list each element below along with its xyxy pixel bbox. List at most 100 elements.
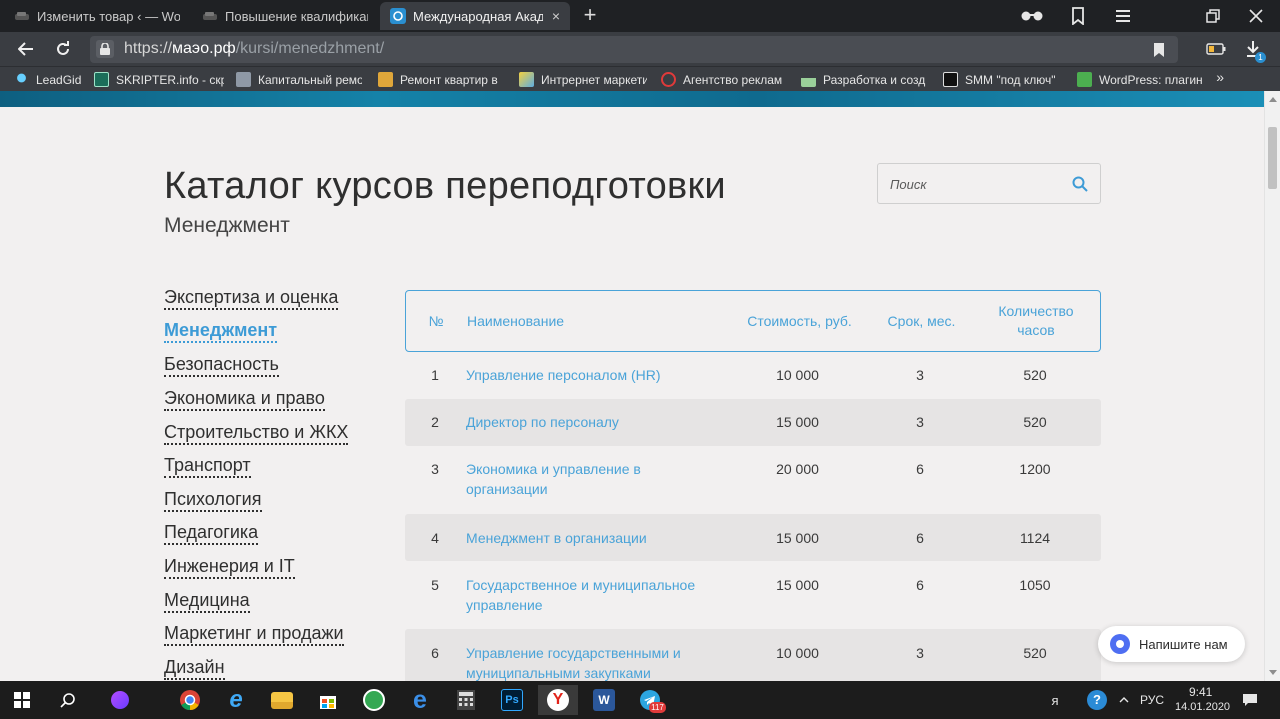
scroll-down-arrow-icon[interactable] xyxy=(1269,670,1277,675)
page-content: Каталог курсов переподготовки Менеджмент… xyxy=(0,91,1264,681)
bookmark-label: Интрернет маркети xyxy=(541,72,647,87)
bookmark-item[interactable]: SMM "под ключ" xyxy=(943,70,1073,89)
bookmark-item[interactable]: Капитальный ремо xyxy=(236,70,362,89)
close-icon[interactable] xyxy=(1242,4,1270,28)
restore-icon[interactable] xyxy=(1199,4,1227,28)
sidebar-item-transport[interactable]: Транспорт xyxy=(164,455,251,478)
sidebar-item-engineering-it[interactable]: Инженерия и IT xyxy=(164,556,295,579)
bookmark-item[interactable]: Интрернет маркети xyxy=(519,70,647,89)
wordpress-favicon-icon xyxy=(1077,72,1092,87)
column-header-price: Стоимость, руб. xyxy=(747,313,852,329)
search-box xyxy=(877,163,1101,204)
bookmark-icon[interactable] xyxy=(1152,42,1166,58)
bookmarks-more-button[interactable]: » xyxy=(1216,69,1224,85)
car-favicon-icon xyxy=(15,12,29,20)
edge-icon[interactable]: e xyxy=(400,685,440,715)
shop-favicon-icon xyxy=(519,72,534,87)
pin-favicon-icon xyxy=(14,72,29,87)
store-icon[interactable] xyxy=(308,685,348,715)
url-text[interactable]: https://маэо.рф/kursi/menedzhment/ xyxy=(124,40,384,58)
lock-icon[interactable] xyxy=(96,40,114,58)
sidebar-item-marketing[interactable]: Маркетинг и продажи xyxy=(164,623,344,646)
course-link[interactable]: Директор по персоналу xyxy=(466,412,716,432)
calculator-icon[interactable] xyxy=(446,685,486,715)
sidebar-item-medicine[interactable]: Медицина xyxy=(164,590,250,613)
hand-favicon-icon xyxy=(378,72,393,87)
tab-label: Повышение квалификаци xyxy=(225,8,368,24)
clock-time[interactable]: 9:41 xyxy=(1189,685,1212,699)
yandex-browser-icon[interactable]: Y xyxy=(538,685,578,715)
bookmark-item[interactable]: Агентство реклам xyxy=(661,70,789,89)
course-link[interactable]: Управление персоналом (HR) xyxy=(466,365,716,385)
course-hours: 1200 xyxy=(1019,461,1051,477)
help-icon[interactable]: ? xyxy=(1082,685,1112,715)
tab-0[interactable]: Изменить товар ‹ — Word xyxy=(4,2,190,30)
bookmark-item[interactable]: Ремонт квартир в xyxy=(378,70,504,89)
chat-bubble-icon xyxy=(1110,634,1130,654)
internet-explorer-icon[interactable]: e xyxy=(216,685,256,715)
input-language[interactable]: РУС xyxy=(1140,693,1164,707)
scrollbar-thumb[interactable] xyxy=(1268,127,1277,189)
address-bar[interactable]: https://маэо.рф/kursi/menedzhment/ xyxy=(90,36,1178,63)
sidebar-item-psychology[interactable]: Психология xyxy=(164,489,262,512)
alice-assistant-icon[interactable] xyxy=(100,685,140,715)
search-input[interactable] xyxy=(890,174,1060,194)
bookmark-item[interactable]: Разработка и созд xyxy=(801,70,929,89)
course-hours: 520 xyxy=(1023,367,1047,383)
bookmark-item[interactable]: LeadGid xyxy=(14,70,92,89)
windows-taskbar: e e Ps Y W 117 ᴙ ? РУС 9:41 14.01.2020 xyxy=(0,681,1280,719)
sidebar-item-design[interactable]: Дизайн xyxy=(164,657,225,680)
page-scrollbar[interactable] xyxy=(1264,91,1280,681)
download-icon[interactable]: 1 xyxy=(1241,37,1266,63)
notifications-icon[interactable] xyxy=(1236,685,1264,715)
new-tab-button[interactable]: + xyxy=(578,3,602,29)
clock-date[interactable]: 14.01.2020 xyxy=(1175,701,1230,713)
sidebar-item-economics-law[interactable]: Экономика и право xyxy=(164,388,325,411)
collections-icon[interactable] xyxy=(1064,4,1092,28)
agency-favicon-icon xyxy=(661,72,676,87)
tray-expand-icon[interactable] xyxy=(1112,685,1136,715)
course-hours: 520 xyxy=(1023,414,1047,430)
course-hours: 1050 xyxy=(1019,577,1051,593)
word-icon[interactable]: W xyxy=(584,685,624,715)
telegram-icon[interactable]: 117 xyxy=(630,685,670,715)
scroll-up-arrow-icon[interactable] xyxy=(1269,97,1277,102)
page-subtitle: Менеджмент xyxy=(164,214,290,237)
glasses-icon[interactable] xyxy=(1018,4,1046,28)
course-link[interactable]: Управление государственными и муниципаль… xyxy=(466,643,706,681)
bookmark-item[interactable]: SKRIPTER.info - скр xyxy=(94,70,224,89)
sidebar-item-construction[interactable]: Строительство и ЖКХ xyxy=(164,422,349,445)
people-icon[interactable]: ᴙ xyxy=(1040,685,1070,715)
battery-icon[interactable] xyxy=(1204,37,1228,61)
bookmark-label: Разработка и созд xyxy=(823,72,926,87)
tab-2[interactable]: Международная Академ × xyxy=(380,2,570,30)
bookmark-item[interactable]: WordPress: плагин xyxy=(1077,70,1205,89)
course-price: 20 000 xyxy=(776,461,819,477)
reload-icon[interactable] xyxy=(51,37,75,61)
course-price: 15 000 xyxy=(776,530,819,546)
course-term: 3 xyxy=(916,645,924,661)
taskbar-search-icon[interactable] xyxy=(48,685,88,715)
page-title: Каталог курсов переподготовки xyxy=(164,165,726,207)
tab-1[interactable]: Повышение квалификаци xyxy=(192,2,378,30)
row-number: 1 xyxy=(431,367,439,383)
skripter-favicon-icon xyxy=(94,72,109,87)
chrome-icon[interactable] xyxy=(170,685,210,715)
academy-favicon-icon xyxy=(390,8,406,24)
search-icon[interactable] xyxy=(1072,176,1088,192)
back-icon[interactable] xyxy=(14,37,38,61)
file-explorer-icon[interactable] xyxy=(262,685,302,715)
sidebar-item-pedagogy[interactable]: Педагогика xyxy=(164,522,259,545)
tripadvisor-icon[interactable] xyxy=(354,685,394,715)
course-link[interactable]: Экономика и управление в организации xyxy=(466,459,676,499)
sidebar-item-expertise[interactable]: Экспертиза и оценка xyxy=(164,287,339,310)
menu-icon[interactable] xyxy=(1109,4,1137,28)
close-tab-icon[interactable]: × xyxy=(552,8,560,24)
course-link[interactable]: Государственное и муниципальное управлен… xyxy=(466,575,716,615)
sidebar-item-security[interactable]: Безопасность xyxy=(164,354,279,377)
chat-widget-button[interactable]: Напишите нам xyxy=(1098,626,1245,662)
photoshop-icon[interactable]: Ps xyxy=(492,685,532,715)
windows-start-icon[interactable] xyxy=(2,685,42,715)
course-link[interactable]: Менеджмент в организации xyxy=(466,528,716,548)
sidebar-item-management[interactable]: Менеджмент xyxy=(164,320,278,343)
